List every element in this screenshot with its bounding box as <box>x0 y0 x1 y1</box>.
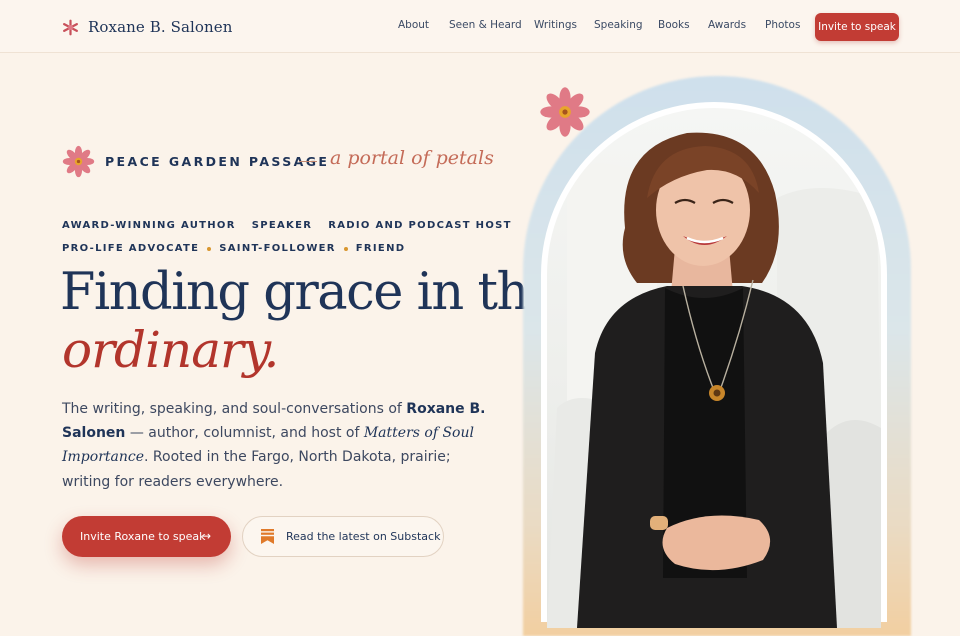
invite-to-speak-button[interactable]: Invite to speak <box>815 13 899 41</box>
nav-link-books[interactable]: Books <box>658 19 690 31</box>
nav-link-awards[interactable]: Awards <box>708 19 746 31</box>
invite-roxane-label: Invite Roxane to speak <box>80 530 206 543</box>
flower-decoration-icon <box>540 87 590 137</box>
intro-text: — author, columnist, and host of <box>125 425 364 442</box>
flower-icon <box>62 145 95 178</box>
arrow-right-icon: → <box>201 529 212 543</box>
invite-roxane-button[interactable]: Invite Roxane to speak → <box>62 516 231 557</box>
nav-link-photos[interactable]: Photos <box>765 19 800 31</box>
role-item: FRIEND <box>355 243 406 254</box>
intro-text: The writing, speaking, and soul-conversa… <box>62 401 407 417</box>
hero-intro: The writing, speaking, and soul-conversa… <box>62 397 502 494</box>
bookmark-icon <box>261 529 274 544</box>
role-item: SAINT-FOLLOWER <box>219 243 336 254</box>
portrait-photo <box>547 108 881 628</box>
role-item: PRO-LIFE ADVOCATE <box>62 243 200 254</box>
role-item: SPEAKER <box>251 220 313 231</box>
nav-link-about[interactable]: About <box>398 19 429 31</box>
eyebrow-divider <box>299 161 317 162</box>
substack-button[interactable]: Read the latest on Substack <box>242 516 444 557</box>
role-list: AWARD-WINNING AUTHOR SPEAKER RADIO AND P… <box>62 214 510 260</box>
eyebrow-title: PEACE GARDEN PASSAGE <box>105 154 330 169</box>
role-row-2: PRO-LIFE ADVOCATE SAINT-FOLLOWER FRIEND <box>62 237 502 260</box>
portrait-illustration <box>547 132 881 628</box>
eyebrow-tagline: a portal of petals <box>330 147 494 169</box>
role-row-1: AWARD-WINNING AUTHOR SPEAKER RADIO AND P… <box>62 214 510 237</box>
nav-link-speaking[interactable]: Speaking <box>594 19 643 31</box>
role-item: AWARD-WINNING AUTHOR <box>62 220 236 231</box>
nav-link-writings[interactable]: Writings <box>534 19 577 31</box>
role-item: RADIO AND PODCAST HOST <box>328 220 512 231</box>
nav-link-seen-heard[interactable]: Seen & Heard <box>449 19 522 31</box>
hero-headline-script: ordinary. <box>62 321 279 379</box>
substack-label: Read the latest on Substack <box>286 530 441 543</box>
top-navigation: Roxane B. Salonen About Seen & Heard Wri… <box>0 0 960 53</box>
role-separator <box>343 246 348 251</box>
role-separator <box>207 246 212 251</box>
